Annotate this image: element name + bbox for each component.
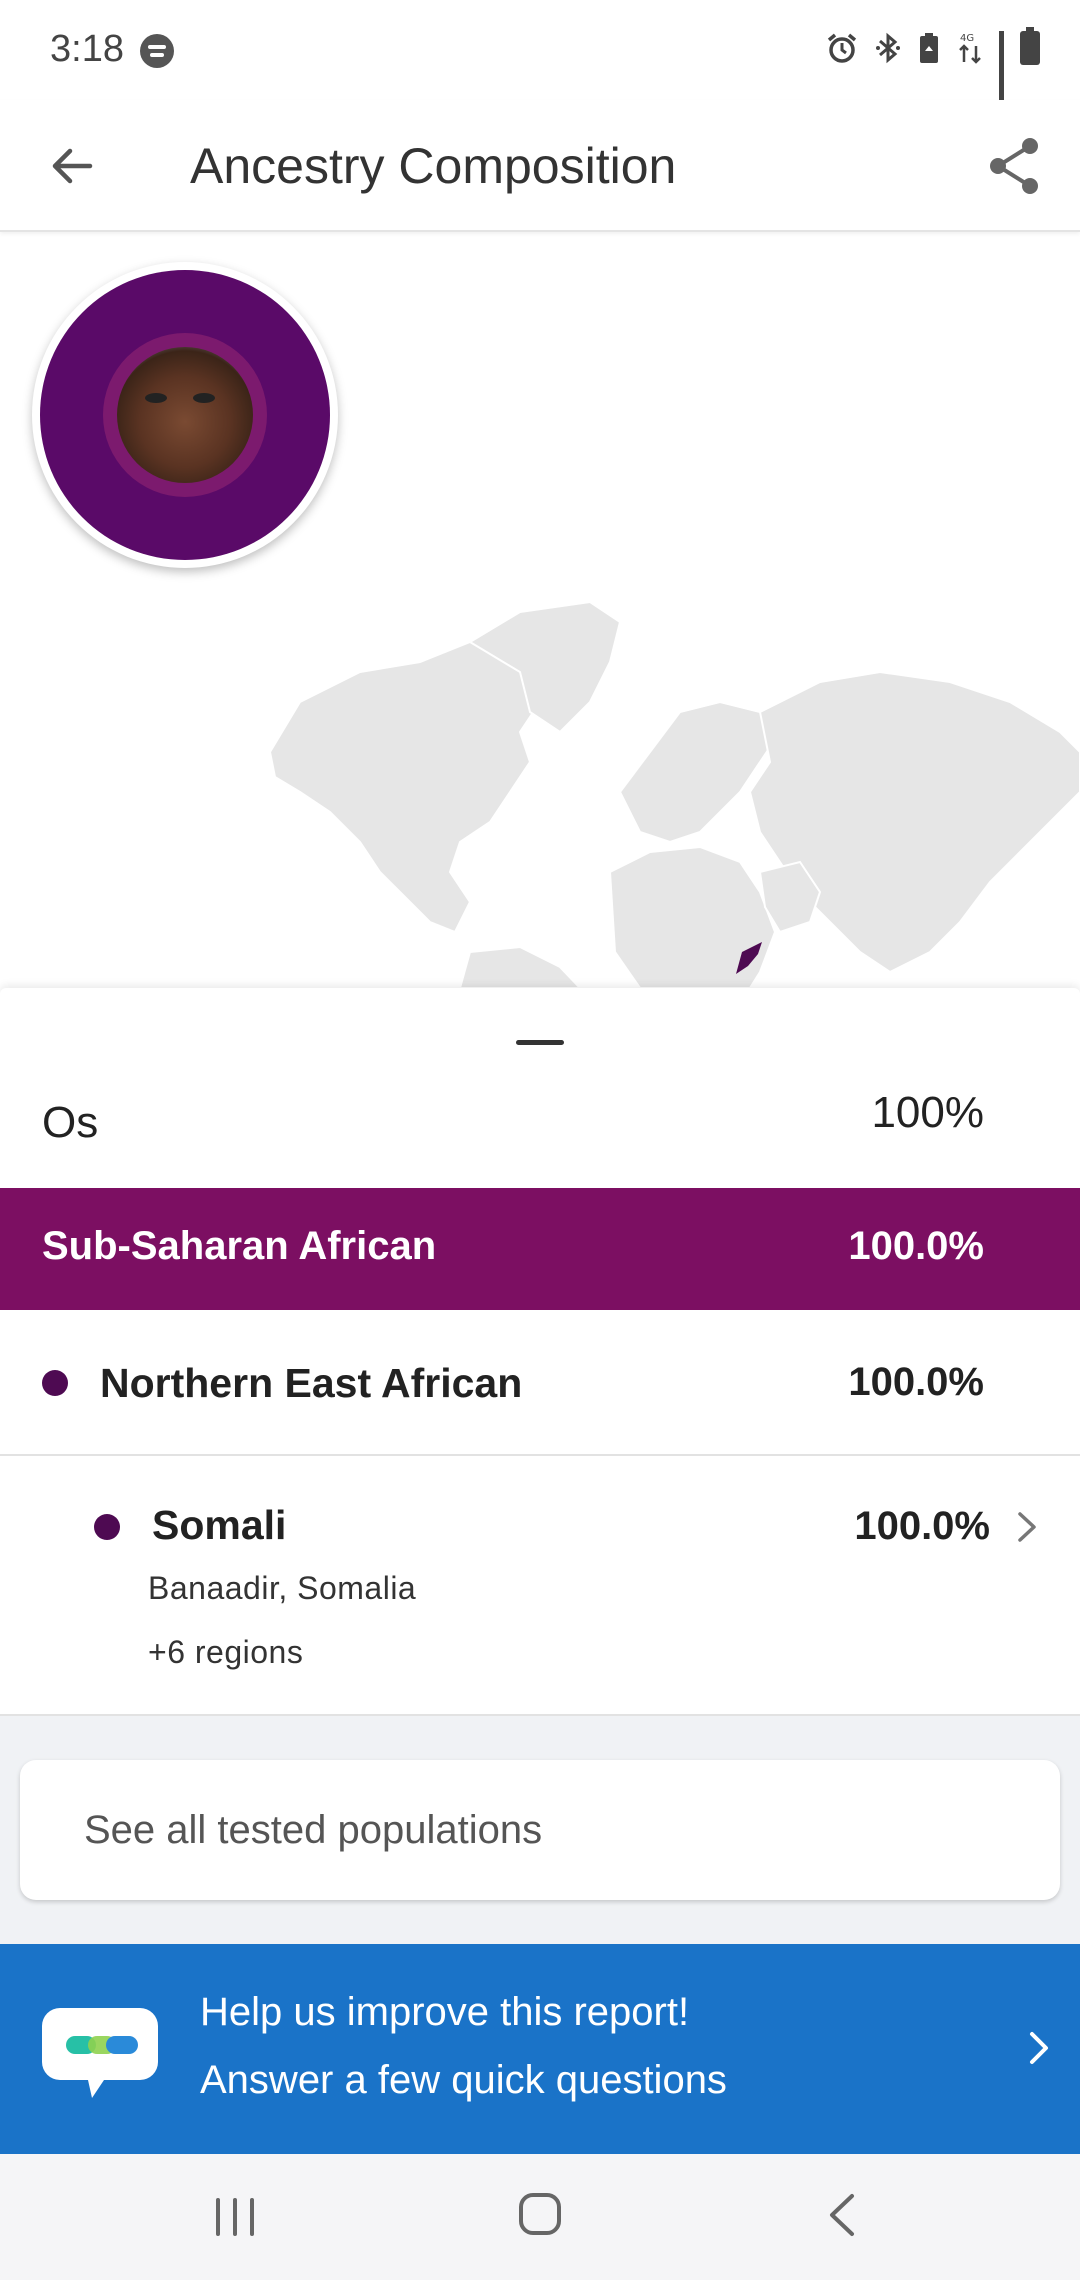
feedback-banner[interactable]: Help us improve this report! Answer a fe… xyxy=(0,1944,1080,2154)
chevron-right-icon xyxy=(1018,1512,1036,1542)
lte-data-icon: 4G xyxy=(959,33,981,64)
signal-icon xyxy=(999,31,1004,134)
ancestry-map[interactable] xyxy=(0,232,1080,988)
population-row-somali[interactable]: Somali 100.0% Banaadir, Somalia +6 regio… xyxy=(0,1456,1080,1716)
chat-bubble-icon xyxy=(42,2008,158,2098)
back-button[interactable] xyxy=(40,134,104,198)
chevron-right-icon xyxy=(1030,2032,1048,2064)
battery-icon xyxy=(1020,27,1040,65)
lte-label: 4G xyxy=(960,33,974,44)
battery-saver-icon xyxy=(920,33,938,63)
feedback-title: Help us improve this report! xyxy=(200,1990,690,2034)
alarm-icon xyxy=(827,33,857,63)
region-percent: 100.0% xyxy=(848,1224,984,1268)
status-time: 3:18 xyxy=(50,28,124,70)
avatar-ring-outer xyxy=(40,270,330,560)
asia-landmass xyxy=(748,670,1080,974)
africa-landmass xyxy=(608,845,777,988)
drag-handle[interactable] xyxy=(516,1040,564,1045)
population-color-dot xyxy=(94,1514,120,1540)
back-nav-icon[interactable] xyxy=(822,2190,862,2240)
subregion-name: Northern East African xyxy=(100,1360,523,1406)
subregion-color-dot xyxy=(42,1370,68,1396)
app-bar: Ancestry Composition xyxy=(0,100,1080,232)
bluetooth-icon xyxy=(876,32,900,64)
profile-avatar[interactable] xyxy=(32,262,338,568)
subregion-percent: 100.0% xyxy=(848,1360,984,1404)
region-name: Sub-Saharan African xyxy=(42,1224,437,1268)
recents-icon[interactable] xyxy=(210,2194,260,2240)
population-percent: 100.0% xyxy=(854,1504,990,1548)
subregion-row-northern-east-african[interactable]: Northern East African 100.0% xyxy=(0,1310,1080,1456)
population-name: Somali xyxy=(152,1502,287,1548)
arrow-back-icon xyxy=(52,148,93,184)
share-button[interactable] xyxy=(976,128,1052,204)
spotify-icon xyxy=(140,34,174,68)
home-icon[interactable] xyxy=(516,2190,564,2238)
europe-landmass xyxy=(618,700,782,844)
region-row-sub-saharan-african[interactable]: Sub-Saharan African 100.0% xyxy=(0,1188,1080,1310)
system-nav-bar xyxy=(0,2154,1080,2280)
avatar-photo xyxy=(117,347,253,483)
see-all-section: See all tested populations xyxy=(0,1716,1080,1944)
north-america-landmass xyxy=(268,640,542,934)
summary-name: Os xyxy=(42,1098,99,1147)
status-icons: 4G xyxy=(825,27,1040,134)
feedback-subtitle: Answer a few quick questions xyxy=(200,2058,727,2102)
population-location: Banaadir, Somalia xyxy=(148,1570,417,1606)
summary-percent: 100% xyxy=(871,1088,984,1137)
see-all-label: See all tested populations xyxy=(84,1808,543,1852)
share-icon xyxy=(990,138,1038,194)
south-america-landmass xyxy=(458,945,582,988)
page-title: Ancestry Composition xyxy=(190,138,677,194)
see-all-populations-button[interactable]: See all tested populations xyxy=(20,1760,1060,1900)
avatar-ring-inner xyxy=(103,333,267,497)
ancestry-summary-row: Os 100% xyxy=(0,1076,1080,1172)
status-bar: 3:18 4G xyxy=(0,0,1080,134)
population-extra-regions[interactable]: +6 regions xyxy=(148,1634,303,1671)
